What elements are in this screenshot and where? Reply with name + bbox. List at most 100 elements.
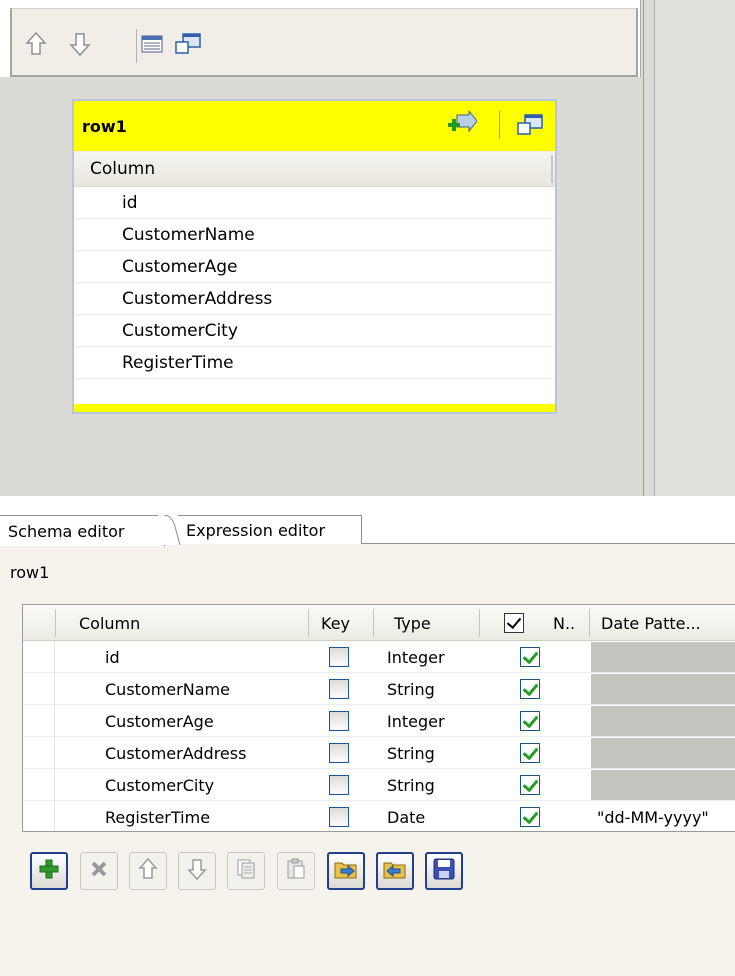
toolbar-separator	[136, 29, 137, 63]
key-checkbox[interactable]	[329, 679, 349, 699]
nullable-checkbox[interactable]	[520, 743, 540, 763]
cell-type[interactable]: Integer	[387, 705, 445, 737]
tab-divider	[158, 515, 182, 545]
card-row[interactable]: RegisterTime	[74, 347, 555, 379]
window-icon[interactable]	[514, 109, 546, 141]
delete-icon	[89, 859, 109, 883]
nullable-checkbox[interactable]	[520, 679, 540, 699]
key-checkbox[interactable]	[329, 711, 349, 731]
cell-type[interactable]: String	[387, 737, 435, 769]
row-gutter	[23, 641, 55, 673]
move-up-button[interactable]	[129, 852, 167, 890]
table-card-row1: row1 Column id CustomerName CustomerAge …	[72, 99, 557, 414]
cell-key[interactable]	[329, 705, 349, 737]
move-up-icon[interactable]	[22, 27, 50, 61]
export-icon	[383, 858, 407, 884]
header-nullable[interactable]: N..	[553, 605, 575, 641]
cell-nullable[interactable]	[520, 673, 540, 705]
cell-date-pattern-disabled	[591, 706, 735, 736]
check-all-icon[interactable]	[504, 613, 524, 633]
nullable-checkbox[interactable]	[520, 807, 540, 827]
cell-column[interactable]: RegisterTime	[105, 801, 210, 831]
cell-key[interactable]	[329, 769, 349, 801]
cell-date-pattern-disabled	[591, 674, 735, 704]
cell-nullable[interactable]	[520, 705, 540, 737]
cell-key[interactable]	[329, 737, 349, 769]
add-arrow-icon[interactable]	[446, 109, 478, 141]
row-gutter	[23, 737, 55, 769]
table-row[interactable]: RegisterTime Date "dd-MM-yyyy"	[23, 801, 735, 831]
card-row[interactable]: CustomerAddress	[74, 283, 555, 315]
cell-column[interactable]: CustomerName	[105, 673, 230, 705]
header-divider	[55, 609, 56, 637]
row-gutter	[23, 705, 55, 737]
nullable-checkbox[interactable]	[520, 775, 540, 795]
cell-key[interactable]	[329, 673, 349, 705]
cell-type[interactable]: Integer	[387, 641, 445, 673]
card-row[interactable]: id	[74, 187, 555, 219]
save-button[interactable]	[425, 852, 463, 890]
tab-expression-editor[interactable]: Expression editor	[178, 515, 362, 545]
header-date-pattern[interactable]: Date Patte...	[601, 605, 701, 641]
cell-type[interactable]: String	[387, 769, 435, 801]
row-gutter	[23, 801, 55, 831]
add-button[interactable]	[30, 852, 68, 890]
window-icon[interactable]	[174, 27, 202, 61]
cell-key[interactable]	[329, 801, 349, 831]
copy-icon	[236, 858, 256, 884]
cell-type[interactable]: Date	[387, 801, 425, 831]
card-row[interactable]: CustomerCity	[74, 315, 555, 347]
cell-date-pattern-disabled	[591, 770, 735, 800]
cell-nullable[interactable]	[520, 801, 540, 831]
row-gutter	[23, 769, 55, 801]
table-row[interactable]: CustomerName String	[23, 673, 735, 705]
move-down-icon[interactable]	[66, 27, 94, 61]
cell-date-pattern-disabled	[591, 738, 735, 768]
tab-schema-editor[interactable]: Schema editor	[0, 515, 165, 546]
export-button[interactable]	[376, 852, 414, 890]
key-checkbox[interactable]	[329, 807, 349, 827]
table-row[interactable]: CustomerAddress String	[23, 737, 735, 769]
header-divider	[479, 609, 480, 637]
copy-button[interactable]	[227, 852, 265, 890]
paste-icon	[286, 858, 306, 884]
import-button[interactable]	[327, 852, 365, 890]
nullable-checkbox[interactable]	[520, 711, 540, 731]
schema-name: row1	[10, 563, 50, 582]
cell-date-pattern[interactable]: "dd-MM-yyyy"	[597, 801, 709, 831]
card-row[interactable]: CustomerAge	[74, 251, 555, 283]
row-gutter	[23, 673, 55, 705]
cell-column[interactable]: CustomerAge	[105, 705, 214, 737]
cell-column[interactable]: CustomerAddress	[105, 737, 246, 769]
key-checkbox[interactable]	[329, 775, 349, 795]
cell-key[interactable]	[329, 641, 349, 673]
cell-date-pattern-disabled	[591, 642, 735, 672]
table-view-icon[interactable]	[138, 27, 166, 61]
table-row[interactable]: id Integer	[23, 641, 735, 673]
delete-button[interactable]	[80, 852, 118, 890]
cell-column[interactable]: id	[105, 641, 120, 673]
schema-table-header: Column Key Type N.. Date Patte...	[23, 605, 735, 641]
header-type[interactable]: Type	[394, 605, 431, 641]
cell-type[interactable]: String	[387, 673, 435, 705]
output-pane	[654, 0, 735, 496]
header-column[interactable]: Column	[79, 605, 140, 641]
key-checkbox[interactable]	[329, 743, 349, 763]
add-icon	[38, 858, 60, 884]
table-row[interactable]: CustomerCity String	[23, 769, 735, 801]
header-divider	[373, 609, 374, 637]
header-key[interactable]: Key	[321, 605, 350, 641]
column-header[interactable]: Column	[74, 151, 555, 187]
table-row[interactable]: CustomerAge Integer	[23, 705, 735, 737]
top-toolbar	[10, 8, 638, 77]
cell-nullable[interactable]	[520, 641, 540, 673]
cell-column[interactable]: CustomerCity	[105, 769, 214, 801]
cell-nullable[interactable]	[520, 769, 540, 801]
header-nullable-checkbox[interactable]	[504, 605, 524, 641]
cell-nullable[interactable]	[520, 737, 540, 769]
key-checkbox[interactable]	[329, 647, 349, 667]
nullable-checkbox[interactable]	[520, 647, 540, 667]
card-row[interactable]: CustomerName	[74, 219, 555, 251]
paste-button[interactable]	[277, 852, 315, 890]
move-down-button[interactable]	[178, 852, 216, 890]
